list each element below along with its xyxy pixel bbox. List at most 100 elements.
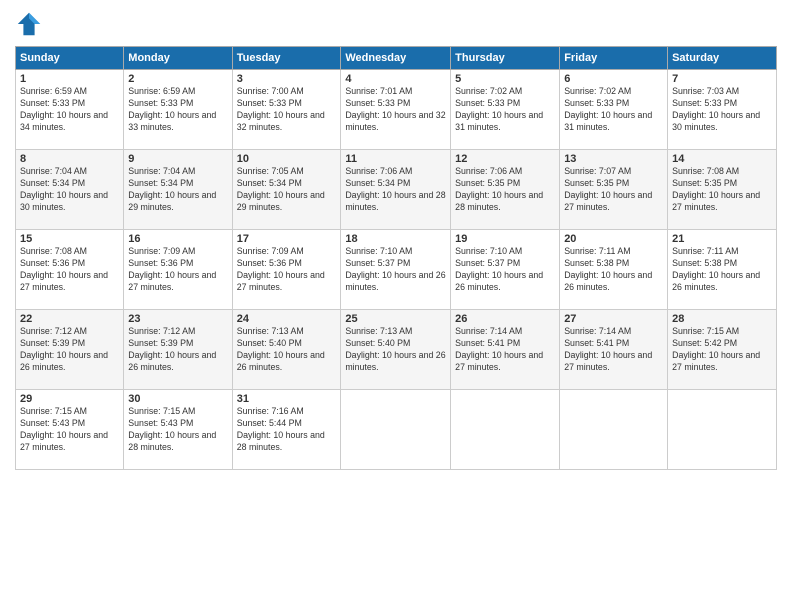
day-info: Sunrise: 7:10 AMSunset: 5:37 PMDaylight:… — [345, 246, 446, 294]
day-number: 19 — [455, 233, 555, 245]
day-cell: 14Sunrise: 7:08 AMSunset: 5:35 PMDayligh… — [668, 150, 777, 230]
day-info: Sunrise: 7:15 AMSunset: 5:43 PMDaylight:… — [128, 406, 227, 454]
day-cell: 26Sunrise: 7:14 AMSunset: 5:41 PMDayligh… — [451, 310, 560, 390]
day-cell: 4Sunrise: 7:01 AMSunset: 5:33 PMDaylight… — [341, 70, 451, 150]
day-number: 9 — [128, 153, 227, 165]
weekday-sunday: Sunday — [16, 47, 124, 70]
day-info: Sunrise: 7:01 AMSunset: 5:33 PMDaylight:… — [345, 86, 446, 134]
day-info: Sunrise: 7:15 AMSunset: 5:42 PMDaylight:… — [672, 326, 772, 374]
day-info: Sunrise: 7:09 AMSunset: 5:36 PMDaylight:… — [237, 246, 337, 294]
day-info: Sunrise: 7:13 AMSunset: 5:40 PMDaylight:… — [345, 326, 446, 374]
day-number: 10 — [237, 153, 337, 165]
day-info: Sunrise: 7:07 AMSunset: 5:35 PMDaylight:… — [564, 166, 663, 214]
day-cell: 11Sunrise: 7:06 AMSunset: 5:34 PMDayligh… — [341, 150, 451, 230]
day-number: 23 — [128, 313, 227, 325]
day-cell: 19Sunrise: 7:10 AMSunset: 5:37 PMDayligh… — [451, 230, 560, 310]
week-row-2: 8Sunrise: 7:04 AMSunset: 5:34 PMDaylight… — [16, 150, 777, 230]
header — [15, 10, 777, 38]
day-info: Sunrise: 7:10 AMSunset: 5:37 PMDaylight:… — [455, 246, 555, 294]
day-info: Sunrise: 7:00 AMSunset: 5:33 PMDaylight:… — [237, 86, 337, 134]
day-number: 11 — [345, 153, 446, 165]
day-number: 6 — [564, 73, 663, 85]
day-cell — [668, 390, 777, 470]
day-cell — [560, 390, 668, 470]
day-info: Sunrise: 7:16 AMSunset: 5:44 PMDaylight:… — [237, 406, 337, 454]
day-number: 1 — [20, 73, 119, 85]
calendar-table: SundayMondayTuesdayWednesdayThursdayFrid… — [15, 46, 777, 470]
day-number: 24 — [237, 313, 337, 325]
day-cell: 13Sunrise: 7:07 AMSunset: 5:35 PMDayligh… — [560, 150, 668, 230]
day-number: 25 — [345, 313, 446, 325]
day-info: Sunrise: 7:06 AMSunset: 5:34 PMDaylight:… — [345, 166, 446, 214]
day-cell: 21Sunrise: 7:11 AMSunset: 5:38 PMDayligh… — [668, 230, 777, 310]
page: SundayMondayTuesdayWednesdayThursdayFrid… — [0, 0, 792, 480]
day-cell: 10Sunrise: 7:05 AMSunset: 5:34 PMDayligh… — [232, 150, 341, 230]
day-cell: 12Sunrise: 7:06 AMSunset: 5:35 PMDayligh… — [451, 150, 560, 230]
day-cell: 23Sunrise: 7:12 AMSunset: 5:39 PMDayligh… — [124, 310, 232, 390]
day-number: 4 — [345, 73, 446, 85]
logo-icon — [15, 10, 43, 38]
week-row-1: 1Sunrise: 6:59 AMSunset: 5:33 PMDaylight… — [16, 70, 777, 150]
day-info: Sunrise: 7:04 AMSunset: 5:34 PMDaylight:… — [128, 166, 227, 214]
day-info: Sunrise: 7:15 AMSunset: 5:43 PMDaylight:… — [20, 406, 119, 454]
day-number: 31 — [237, 393, 337, 405]
day-info: Sunrise: 7:05 AMSunset: 5:34 PMDaylight:… — [237, 166, 337, 214]
weekday-wednesday: Wednesday — [341, 47, 451, 70]
day-cell: 16Sunrise: 7:09 AMSunset: 5:36 PMDayligh… — [124, 230, 232, 310]
day-number: 18 — [345, 233, 446, 245]
day-number: 27 — [564, 313, 663, 325]
day-cell: 28Sunrise: 7:15 AMSunset: 5:42 PMDayligh… — [668, 310, 777, 390]
day-number: 22 — [20, 313, 119, 325]
day-number: 7 — [672, 73, 772, 85]
weekday-monday: Monday — [124, 47, 232, 70]
day-number: 30 — [128, 393, 227, 405]
day-number: 14 — [672, 153, 772, 165]
day-info: Sunrise: 7:09 AMSunset: 5:36 PMDaylight:… — [128, 246, 227, 294]
day-number: 21 — [672, 233, 772, 245]
logo — [15, 10, 47, 38]
day-info: Sunrise: 7:14 AMSunset: 5:41 PMDaylight:… — [455, 326, 555, 374]
day-info: Sunrise: 7:11 AMSunset: 5:38 PMDaylight:… — [564, 246, 663, 294]
day-cell: 7Sunrise: 7:03 AMSunset: 5:33 PMDaylight… — [668, 70, 777, 150]
week-row-5: 29Sunrise: 7:15 AMSunset: 5:43 PMDayligh… — [16, 390, 777, 470]
day-cell: 6Sunrise: 7:02 AMSunset: 5:33 PMDaylight… — [560, 70, 668, 150]
day-info: Sunrise: 7:12 AMSunset: 5:39 PMDaylight:… — [20, 326, 119, 374]
day-number: 26 — [455, 313, 555, 325]
day-cell: 1Sunrise: 6:59 AMSunset: 5:33 PMDaylight… — [16, 70, 124, 150]
day-number: 3 — [237, 73, 337, 85]
day-cell: 9Sunrise: 7:04 AMSunset: 5:34 PMDaylight… — [124, 150, 232, 230]
day-cell: 5Sunrise: 7:02 AMSunset: 5:33 PMDaylight… — [451, 70, 560, 150]
weekday-header-row: SundayMondayTuesdayWednesdayThursdayFrid… — [16, 47, 777, 70]
day-info: Sunrise: 7:12 AMSunset: 5:39 PMDaylight:… — [128, 326, 227, 374]
weekday-saturday: Saturday — [668, 47, 777, 70]
day-number: 13 — [564, 153, 663, 165]
day-cell: 29Sunrise: 7:15 AMSunset: 5:43 PMDayligh… — [16, 390, 124, 470]
day-cell: 2Sunrise: 6:59 AMSunset: 5:33 PMDaylight… — [124, 70, 232, 150]
day-cell: 24Sunrise: 7:13 AMSunset: 5:40 PMDayligh… — [232, 310, 341, 390]
day-info: Sunrise: 7:08 AMSunset: 5:35 PMDaylight:… — [672, 166, 772, 214]
day-info: Sunrise: 7:03 AMSunset: 5:33 PMDaylight:… — [672, 86, 772, 134]
day-info: Sunrise: 6:59 AMSunset: 5:33 PMDaylight:… — [128, 86, 227, 134]
day-number: 20 — [564, 233, 663, 245]
day-number: 8 — [20, 153, 119, 165]
day-info: Sunrise: 7:08 AMSunset: 5:36 PMDaylight:… — [20, 246, 119, 294]
day-cell: 25Sunrise: 7:13 AMSunset: 5:40 PMDayligh… — [341, 310, 451, 390]
day-cell: 20Sunrise: 7:11 AMSunset: 5:38 PMDayligh… — [560, 230, 668, 310]
weekday-tuesday: Tuesday — [232, 47, 341, 70]
day-info: Sunrise: 7:11 AMSunset: 5:38 PMDaylight:… — [672, 246, 772, 294]
day-number: 17 — [237, 233, 337, 245]
day-info: Sunrise: 7:14 AMSunset: 5:41 PMDaylight:… — [564, 326, 663, 374]
day-number: 29 — [20, 393, 119, 405]
day-cell: 27Sunrise: 7:14 AMSunset: 5:41 PMDayligh… — [560, 310, 668, 390]
week-row-3: 15Sunrise: 7:08 AMSunset: 5:36 PMDayligh… — [16, 230, 777, 310]
day-info: Sunrise: 6:59 AMSunset: 5:33 PMDaylight:… — [20, 86, 119, 134]
day-cell: 8Sunrise: 7:04 AMSunset: 5:34 PMDaylight… — [16, 150, 124, 230]
day-cell: 22Sunrise: 7:12 AMSunset: 5:39 PMDayligh… — [16, 310, 124, 390]
day-number: 28 — [672, 313, 772, 325]
week-row-4: 22Sunrise: 7:12 AMSunset: 5:39 PMDayligh… — [16, 310, 777, 390]
day-cell: 30Sunrise: 7:15 AMSunset: 5:43 PMDayligh… — [124, 390, 232, 470]
day-info: Sunrise: 7:04 AMSunset: 5:34 PMDaylight:… — [20, 166, 119, 214]
day-info: Sunrise: 7:13 AMSunset: 5:40 PMDaylight:… — [237, 326, 337, 374]
day-info: Sunrise: 7:02 AMSunset: 5:33 PMDaylight:… — [455, 86, 555, 134]
day-number: 12 — [455, 153, 555, 165]
